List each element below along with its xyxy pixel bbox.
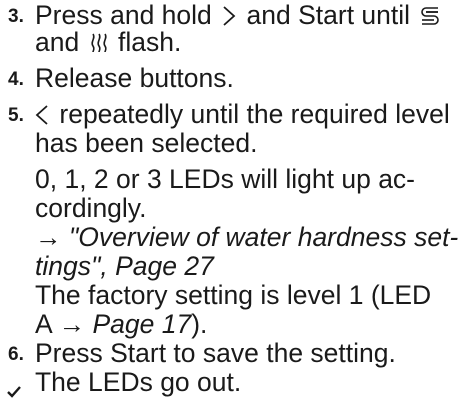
reference-link-overview-continued[interactable]: tings", Page 27 [0,252,470,281]
step-text: Release buttons. [35,63,234,93]
closing-text: ). [191,309,208,339]
cross-reference: → "Overview of water hardness set- [0,223,470,252]
step-5: 5. repeatedly until the required level [0,100,470,129]
step-text: repeatedly until the required level [59,99,450,129]
result-line: The LEDs go out. [0,367,470,398]
factory-setting-line1: The factory setting is level 1 (LED [35,280,432,310]
chevron-right-icon [222,5,236,27]
reference-link-overview[interactable]: "Overview of water hardness set- [69,222,458,252]
step-number: 4. [8,69,24,90]
factory-setting-line2: A → Page 17). [0,310,470,339]
step-5-line2: has been selected. [35,128,258,158]
step-5-leds-line1: 0, 1, 2 or 3 LEDs will light up ac- [35,164,416,194]
step-text: flash. [117,27,182,57]
step-text: Press Start to save the setting. [35,338,396,368]
program-icon [420,5,440,27]
step-number: 6. [8,344,24,365]
instruction-page: 3. Press and hold and Start until and fl… [0,0,470,398]
chevron-left-icon [35,104,49,126]
reference-link-page[interactable]: Page 17 [92,309,191,339]
reference-arrow: → [35,222,62,252]
step-number: 3. [8,6,24,27]
led-label: A [35,309,52,339]
step-text: Press and hold [35,0,212,30]
result-text: The LEDs go out. [35,367,242,397]
step-text: and Start until [246,0,411,30]
reference-arrow: → [58,309,86,339]
step-3: 3. Press and hold and Start until [0,1,470,30]
step-5-leds-line2: cordingly. [35,193,147,223]
heat-icon [90,32,108,54]
step-6: 6. Press Start to save the setting. [0,339,470,368]
step-text: and [35,27,80,57]
checkmark-icon [6,376,22,405]
step-3-continuation: and flash. [0,28,470,57]
step-4: 4. Release buttons. [0,64,470,93]
step-number: 5. [8,105,24,126]
